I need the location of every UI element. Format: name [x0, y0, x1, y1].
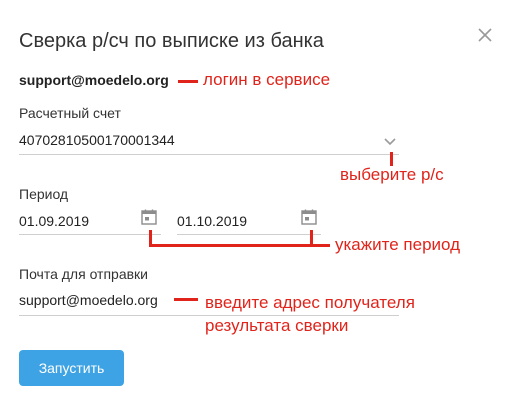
annotation-account: выберите р/с [340, 165, 444, 184]
close-icon[interactable] [476, 26, 494, 44]
account-select[interactable]: 40702810500170001344 [19, 126, 399, 154]
annotation-period: укажите период [335, 235, 461, 254]
calendar-icon[interactable] [301, 209, 317, 225]
annotation-arrow [174, 298, 198, 301]
period-label: Период [19, 186, 69, 202]
period-to-underline [177, 234, 321, 235]
account-label: Расчетный счет [19, 105, 121, 121]
email-value: support@moedelo.org [19, 292, 158, 308]
annotation-connector [390, 152, 393, 166]
dialog-title: Сверка р/сч по выписке из банка [19, 30, 324, 52]
period-from-input[interactable]: 01.09.2019 [19, 205, 161, 235]
annotation-email-line1: введите адрес получателя [205, 293, 415, 312]
run-button[interactable]: Запустить [19, 350, 124, 386]
annotation-email-line2: результата сверки [205, 316, 349, 335]
calendar-icon[interactable] [141, 209, 157, 225]
login-value: support@moedelo.org [19, 72, 169, 88]
chevron-down-icon [384, 138, 396, 146]
annotation-bracket-bottom [149, 244, 330, 247]
account-value: 40702810500170001344 [19, 132, 175, 148]
period-from-value: 01.09.2019 [19, 213, 90, 229]
account-underline [19, 154, 399, 155]
annotation-login: логин в сервисе [203, 70, 331, 89]
period-to-input[interactable]: 01.10.2019 [177, 205, 321, 235]
annotation-arrow [178, 80, 198, 83]
period-to-value: 01.10.2019 [177, 213, 248, 229]
period-from-underline [19, 234, 161, 235]
email-label: Почта для отправки [19, 266, 149, 282]
